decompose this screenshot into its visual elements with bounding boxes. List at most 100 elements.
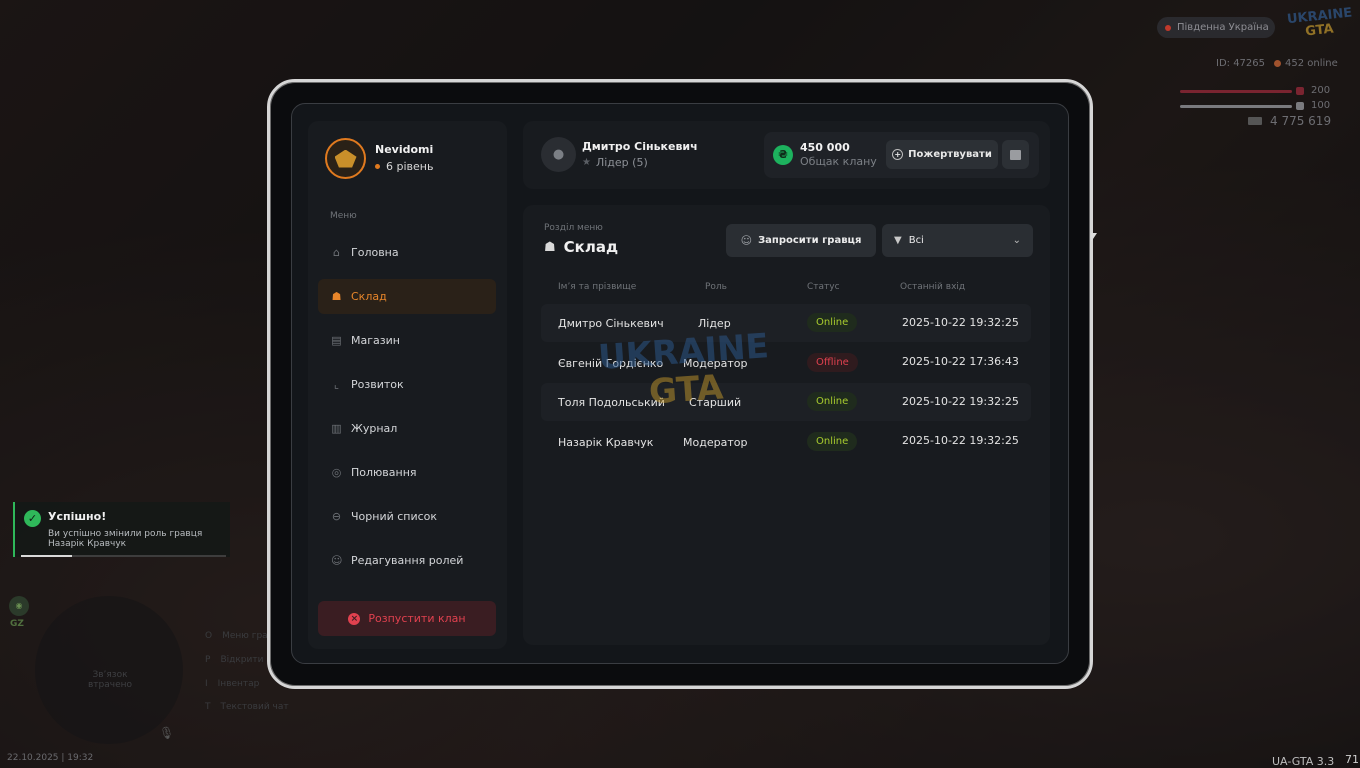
column-header-name: Ім’я та прізвище (558, 282, 637, 292)
page-title-text: Склад (563, 238, 619, 256)
status-badge: Online (807, 432, 858, 451)
armor-value: 100 (1311, 100, 1331, 111)
gang-zone-icon: ◉ (9, 596, 29, 616)
chevron-down-icon: ⌄ (1012, 235, 1021, 246)
microphone-icon: 🎙 (159, 726, 175, 740)
add-user-icon: ☺ (740, 234, 753, 247)
row-role: Модератор (683, 436, 748, 449)
box-icon (1010, 149, 1021, 160)
hint-key: O (205, 631, 213, 641)
row-name: Дмитро Сінькевич (558, 317, 664, 330)
star-icon: ★ (582, 157, 591, 168)
player-id: ID: 47265 (1216, 58, 1266, 69)
hint-label: Відкрити (220, 655, 264, 665)
donate-label: Пожертвувати (908, 149, 992, 160)
hint-open: P Відкрити (205, 655, 263, 665)
storage-box-button[interactable] (1002, 140, 1029, 169)
shop-icon: ▤ (331, 334, 342, 347)
fps-counter: 71 (1345, 753, 1359, 766)
clan-level-text: 6 рівень (386, 160, 434, 173)
status-badge: Online (807, 392, 858, 411)
sidebar-item-shop[interactable]: ▤ Магазин (318, 323, 496, 358)
cash-icon (1248, 117, 1262, 125)
donate-button[interactable]: + Пожертвувати (886, 140, 998, 169)
coin-icon: ₴ (773, 145, 793, 165)
sidebar-item-home[interactable]: ⌂ Головна (318, 235, 496, 270)
row-role: Модератор (683, 357, 748, 370)
level-dot-icon (375, 164, 380, 169)
health-bar (1180, 90, 1292, 93)
toast-title: Успішно! (48, 510, 107, 523)
hint-menu: O Меню гра (205, 631, 268, 641)
row-last-login: 2025-10-22 19:32:25 (902, 395, 1019, 408)
home-icon: ⌂ (333, 246, 340, 259)
health-value: 200 (1311, 85, 1331, 96)
column-header-role: Роль (705, 282, 727, 292)
sidebar-item-label: Полювання (351, 466, 417, 479)
user-icon: ● (552, 147, 565, 162)
hint-label: Інвентар (217, 679, 260, 689)
hint-chat: T Текстовий чат (205, 702, 289, 712)
page-title: ☗ Склад (544, 238, 618, 256)
close-circle-icon: × (348, 612, 361, 625)
sidebar-item-journal[interactable]: ▥ Журнал (318, 411, 496, 446)
book-icon: ▥ (331, 422, 342, 435)
treasury-amount: 450 000 (800, 141, 850, 154)
invite-label: Запросити гравця (758, 235, 862, 246)
sidebar-item-blacklist[interactable]: ⊖ Чорний список (318, 499, 496, 534)
sidebar-item-storage[interactable]: ☗ Склад (318, 279, 496, 314)
chart-icon: ⌞ (333, 378, 340, 391)
disband-label: Розпустити клан (368, 612, 466, 625)
online-count: 452 online (1285, 58, 1338, 69)
clan-name: Nevidomi (375, 143, 434, 156)
toast-message: Ви успішно змінили роль гравця Назарік К… (48, 529, 203, 549)
user-name: Дмитро Сінькевич (582, 140, 698, 153)
success-toast: ✓ Успішно! Ви успішно змінили роль гравц… (13, 502, 230, 557)
menu-caption: Меню (330, 211, 357, 221)
target-icon: ◎ (331, 466, 342, 479)
sidebar-item-label: Склад (351, 290, 387, 303)
sidebar-item-label: Магазин (351, 334, 400, 347)
user-role-text: Лідер (5) (595, 156, 648, 169)
status-badge: Offline (807, 353, 858, 372)
row-last-login: 2025-10-22 17:36:43 (902, 355, 1019, 368)
hint-key: P (205, 655, 211, 665)
hint-label: Меню гра (222, 631, 268, 641)
sidebar-item-edit-roles[interactable]: ☺ Редагування ролей (318, 543, 496, 578)
ban-icon: ⊖ (331, 510, 342, 523)
plus-circle-icon: + (892, 149, 904, 160)
row-name: Назарік Кравчук (558, 436, 654, 449)
players-icon (1274, 60, 1281, 67)
section-caption: Розділ меню (544, 223, 603, 233)
column-header-last-login: Останній вхід (900, 282, 966, 292)
row-role: Лідер (698, 317, 731, 330)
filter-dropdown[interactable]: ▼ Всі ⌄ (882, 224, 1033, 257)
online-counter: 452 online (1274, 58, 1338, 69)
minimap-status: Зв’язок втрачено (87, 670, 133, 690)
clan-avatar (325, 138, 366, 179)
group-icon: ☗ (331, 290, 342, 303)
filter-icon: ▼ (894, 235, 902, 246)
clan-emblem-icon (334, 149, 357, 168)
sidebar-item-hunting[interactable]: ◎ Полювання (318, 455, 496, 490)
date-time: 22.10.2025 | 19:32 (7, 753, 94, 763)
sidebar-item-development[interactable]: ⌞ Розвиток (318, 367, 496, 402)
shield-icon (1296, 102, 1304, 110)
clan-level: 6 рівень (375, 160, 433, 173)
sidebar-item-label: Розвиток (351, 378, 404, 391)
gang-zone-label: GZ (10, 619, 24, 629)
hint-key: I (205, 679, 208, 689)
sidebar-item-label: Чорний список (351, 510, 438, 523)
money-value: 4 775 619 (1270, 114, 1332, 128)
server-flag-icon (1165, 24, 1171, 31)
sidebar-item-label: Головна (351, 246, 399, 259)
row-name: Євгеній Гордієнко (558, 357, 664, 370)
filter-value: Всі (908, 235, 924, 246)
server-name: Південна Україна (1177, 22, 1269, 33)
invite-player-button[interactable]: ☺ Запросити гравця (726, 224, 876, 257)
treasury-label: Общак клану (800, 155, 877, 168)
disband-clan-button[interactable]: × Розпустити клан (318, 601, 496, 636)
check-circle-icon: ✓ (24, 510, 41, 527)
group-icon: ☗ (544, 239, 556, 255)
row-name: Толя Подольський (558, 396, 665, 409)
